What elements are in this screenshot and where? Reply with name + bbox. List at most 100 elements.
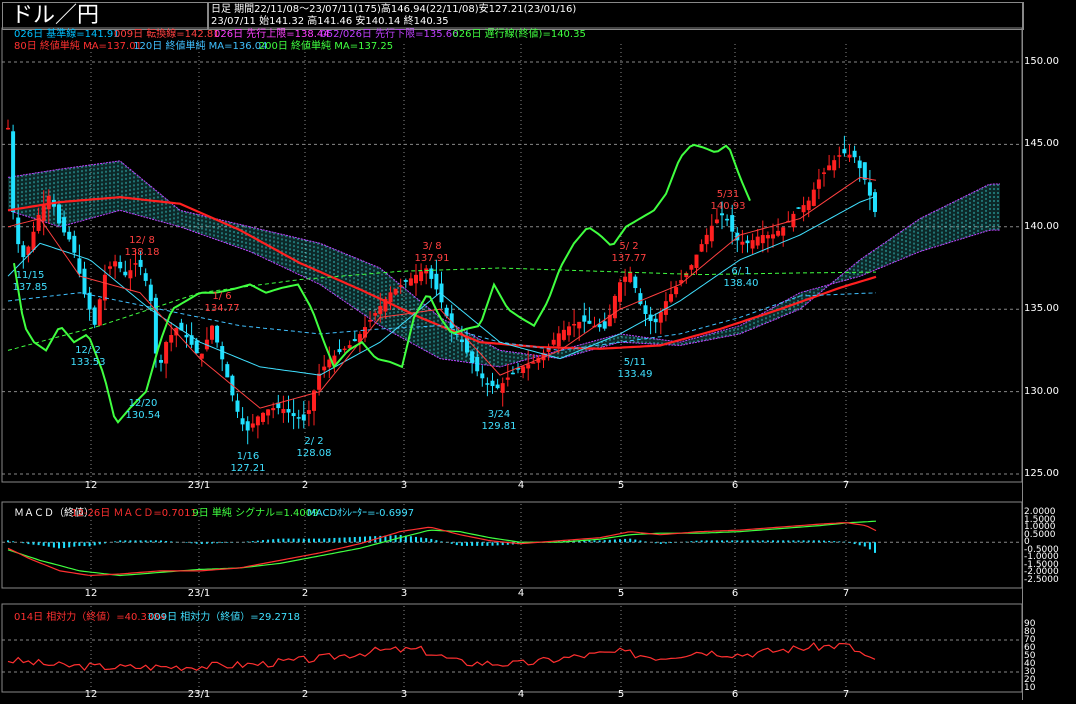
candle-up [164,342,169,364]
candle-down [867,182,872,196]
x-tick-label: 12 [84,588,98,599]
candle-down [291,413,296,417]
rsi14-line [7,642,876,672]
candle-up [128,270,133,279]
candle-up [521,366,526,374]
swing-value-label: 133.53 [70,357,106,368]
candle-up [699,244,704,252]
candle-down [67,231,72,240]
x-tick-label: 4 [517,588,525,599]
ichimoku-legend: 026日 基準線=141.91 [14,29,120,40]
ma-legend: 80日 終値単純 MA=137.01 [14,41,142,52]
candle-up [760,235,765,244]
price-axis-label: 130.00 [1024,385,1059,397]
candle-down [62,217,67,233]
candle-down [11,131,16,212]
candle-up [750,240,755,249]
candle-up [388,292,393,303]
candle-up [628,271,633,283]
candle-up [113,261,118,267]
candle-down [633,276,638,289]
candle-down [118,261,123,269]
swing-date-label: 12/ 2 [75,345,101,356]
candle-up [102,274,107,301]
candle-down [240,418,245,425]
candle-down [725,218,730,221]
candle-up [811,189,816,206]
swing-value-label: 128.08 [296,448,332,459]
candle-down [459,339,464,343]
swing-value-label: 137.85 [12,282,48,293]
swing-value-label: 129.81 [481,421,517,432]
candle-up [199,353,204,359]
candle-up [97,299,102,326]
candle-down [235,400,240,412]
x-tick-label: 7 [842,480,850,491]
candle-down [510,372,515,375]
ichimoku-legend: 026日 先行上限=138.44 [214,29,330,40]
swing-date-label: 3/24 [487,409,511,420]
candle-down [77,258,82,274]
candle-down [582,315,587,322]
rsi-legend: 009日 相対力（終値）=29.2718 [148,612,300,623]
candle-down [57,204,61,224]
candle-down [87,292,92,310]
swing-date-label: 1/16 [236,451,260,462]
candle-up [623,276,628,282]
candle-down [475,356,480,372]
x-tick-label: 23/1 [187,588,211,599]
swing-value-label: 138.18 [124,247,160,258]
candle-down [215,325,220,343]
candle-down [643,305,648,315]
candle-down [220,346,225,360]
candle-down [730,215,735,232]
price-axis-label: 150.00 [1024,56,1059,67]
candle-down [286,409,291,413]
candle-down [159,359,163,363]
candle-up [816,179,821,189]
candle-up [567,326,571,336]
swing-value-label: 138.40 [723,278,759,289]
candle-up [551,339,556,345]
candle-up [827,165,832,171]
candle-down [21,245,26,258]
candle-up [822,172,826,174]
candle-down [296,417,301,419]
x-tick-label: 12 [84,480,98,491]
candle-down [480,373,485,379]
candle-up [618,282,622,302]
x-tick-label: 6 [731,588,739,599]
candle-down [143,273,148,281]
candle-down [796,207,801,209]
candle-down [92,307,97,325]
candle-down [587,320,592,324]
candle-up [612,295,617,319]
x-tick-label: 3 [400,588,408,599]
candle-up [322,366,327,371]
ichimoku-legend: 026日 遅行線(終値)=140.35 [452,29,586,40]
x-tick-label: 3 [400,689,408,700]
candle-up [398,285,403,287]
candle-up [572,323,577,326]
price-axis-label: 135.00 [1024,303,1059,315]
candle-down [352,339,357,342]
candle-down [72,235,77,253]
candle-down [485,383,490,385]
candle-up [806,200,811,211]
candle-down [653,318,658,323]
candle-up [281,409,286,414]
candle-down [490,380,495,387]
candle-up [704,234,709,245]
candle-up [500,383,505,393]
candle-down [495,384,500,389]
candle-up [709,225,714,242]
x-tick-label: 5 [617,588,625,599]
candle-up [801,205,806,213]
candle-up [266,409,271,416]
candle-up [658,311,663,323]
candle-down [470,351,475,363]
candle-down [862,162,867,180]
candle-up [317,373,322,390]
swing-value-label: 140.93 [710,201,746,212]
x-tick-label: 4 [517,480,525,491]
